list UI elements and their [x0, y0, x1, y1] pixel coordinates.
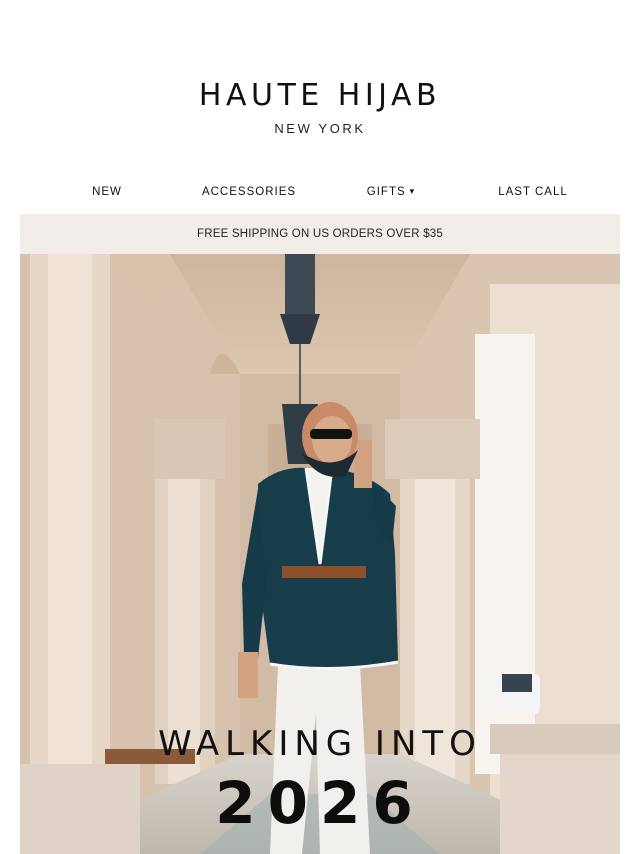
nav-item-new[interactable]: NEW [36, 186, 178, 198]
hero-image[interactable]: WALKING INTO 2026 [20, 254, 620, 854]
nav-item-label: NEW [92, 186, 122, 198]
nav-item-gifts[interactable]: GIFTS ▾ [320, 186, 462, 198]
chevron-down-icon: ▾ [409, 186, 416, 196]
nav-item-label: LAST CALL [498, 186, 568, 198]
main-nav: NEW ACCESSORIES GIFTS ▾ LAST CALL [36, 178, 604, 206]
nav-item-last-call[interactable]: LAST CALL [462, 186, 604, 198]
hero-headline: WALKING INTO [158, 724, 482, 764]
hero-photo-illustration [20, 254, 620, 854]
brand-logo[interactable]: HAUTE HIJAB [0, 78, 640, 113]
hero-year: 2026 [215, 769, 425, 837]
brand-location: NEW YORK [274, 121, 366, 136]
shipping-banner[interactable]: FREE SHIPPING ON US ORDERS OVER $35 [20, 214, 620, 254]
nav-item-label: ACCESSORIES [201, 186, 297, 198]
nav-item-label: GIFTS [366, 186, 406, 198]
shipping-banner-text: FREE SHIPPING ON US ORDERS OVER $35 [196, 228, 443, 240]
nav-item-accessories[interactable]: ACCESSORIES [178, 186, 320, 198]
